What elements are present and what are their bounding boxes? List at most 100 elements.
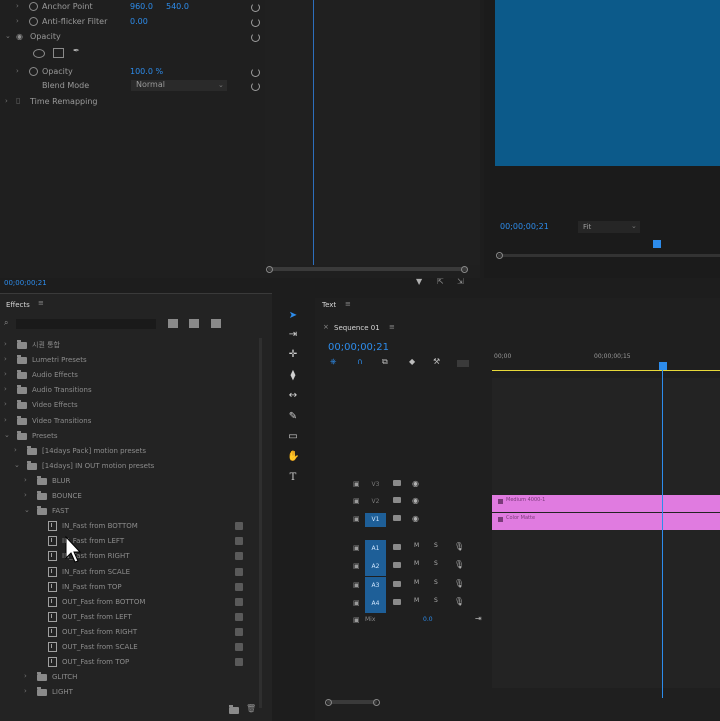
effects-folder-blur[interactable]: › BLUR [0, 474, 258, 488]
rectangle-tool-icon[interactable]: ▭ [287, 431, 299, 443]
sync-lock-icon[interactable] [393, 562, 401, 568]
timeline-scrollbar[interactable] [327, 700, 377, 704]
effects-preset-in-fast-from-left[interactable]: IN_Fast from LEFT [0, 534, 258, 548]
effects-folder-light[interactable]: › LIGHT [0, 685, 258, 699]
effects-folder-glitch[interactable]: › GLITCH [0, 670, 258, 684]
mix-value[interactable]: 0.0 [423, 616, 433, 623]
track-target-v3[interactable]: V3 [365, 478, 386, 492]
track-target-a4[interactable]: A4 [365, 595, 386, 613]
linked-selection-icon[interactable]: ⧉ [382, 357, 388, 367]
playhead-head[interactable] [659, 362, 667, 370]
effects-folder-presets[interactable]: ⌄ Presets [0, 429, 258, 443]
mute-button[interactable]: M [414, 542, 419, 549]
lock-icon[interactable]: ▣ [353, 562, 360, 570]
scroll-handle-left[interactable] [496, 252, 503, 259]
effects-folder-lumetri-presets[interactable]: › Lumetri Presets [0, 353, 258, 367]
track-target-a2[interactable]: A2 [365, 558, 386, 576]
chevron-down-icon[interactable]: ⌄ [24, 506, 30, 514]
delete-icon[interactable]: 🗑 [246, 704, 256, 713]
playhead-marker-icon[interactable] [653, 240, 661, 248]
eye-icon[interactable]: ◉ [412, 514, 419, 523]
chevron-right-icon[interactable]: › [4, 355, 7, 363]
microphone-icon[interactable]: 🎙 [454, 560, 464, 569]
lock-icon[interactable]: ▣ [353, 616, 360, 624]
effects-preset-out-fast-from-right[interactable]: OUT_Fast from RIGHT [0, 625, 258, 639]
work-area-bar[interactable] [492, 370, 720, 371]
effects-preset-in-fast-from-bottom[interactable]: IN_Fast from BOTTOM [0, 519, 258, 533]
panel-menu-icon[interactable]: ≡ [345, 300, 351, 308]
yuv-effects-icon[interactable] [211, 319, 221, 328]
chevron-right-icon[interactable]: › [4, 340, 7, 348]
lock-icon[interactable]: ▣ [353, 515, 360, 523]
clip-medium[interactable]: Medium 4000-1 [492, 495, 720, 512]
scroll-handle-right[interactable] [373, 699, 380, 706]
panel-menu-icon[interactable]: ≡ [389, 323, 395, 331]
chevron-right-icon[interactable]: › [4, 370, 7, 378]
effects-preset-in-fast-from-right[interactable]: IN_Fast from RIGHT [0, 549, 258, 563]
chevron-right-icon[interactable]: › [24, 476, 27, 484]
sync-lock-icon[interactable] [393, 497, 401, 503]
chevron-right-icon[interactable]: › [24, 687, 27, 695]
chevron-right-icon[interactable]: › [4, 385, 7, 393]
solo-button[interactable]: S [434, 579, 438, 586]
collapse-chevron-icon[interactable]: ⌄ [5, 32, 11, 40]
timeline-panel-title[interactable]: Text [322, 298, 336, 312]
effects-folder-14days-pack-motion-presets[interactable]: › [14days Pack] motion presets [0, 444, 258, 458]
hand-tool-icon[interactable]: ✋ [287, 451, 299, 463]
stopwatch-icon[interactable] [29, 17, 38, 26]
ellipse-mask-icon[interactable] [33, 49, 45, 58]
effects-folder-fast[interactable]: ⌄ FAST [0, 504, 258, 518]
program-timecode[interactable]: 00;00;00;21 [500, 220, 549, 234]
go-to-end-icon[interactable]: ⇥ [475, 614, 482, 623]
effects-preset-in-fast-from-scale[interactable]: IN_Fast from SCALE [0, 565, 258, 579]
rectangle-mask-icon[interactable] [53, 48, 64, 58]
sequence-tab[interactable]: Sequence 01 [334, 321, 380, 335]
reset-icon[interactable] [251, 68, 260, 77]
effects-folder-audio-transitions[interactable]: › Audio Transitions [0, 383, 258, 397]
lock-icon[interactable]: ▣ [353, 497, 360, 505]
stopwatch-icon[interactable] [29, 67, 38, 76]
chevron-right-icon[interactable]: › [14, 446, 17, 454]
effects-folder-14days-in-out-motion-presets[interactable]: ⌄ [14days] IN OUT motion presets [0, 459, 258, 473]
eye-icon[interactable]: ◉ [412, 496, 419, 505]
expand-chevron-icon[interactable]: › [16, 17, 19, 25]
solo-button[interactable]: S [434, 542, 438, 549]
effects-preset-out-fast-from-scale[interactable]: OUT_Fast from SCALE [0, 640, 258, 654]
effects-folder-video-transitions[interactable]: › Video Transitions [0, 414, 258, 428]
ripple-edit-tool-icon[interactable]: ✛ [287, 349, 299, 361]
filter-icon[interactable]: ▼ [416, 277, 422, 286]
selection-tool-icon[interactable]: ➤ [287, 310, 299, 322]
chevron-down-icon[interactable]: ⌄ [14, 461, 20, 469]
track-target-a1[interactable]: A1 [365, 540, 386, 558]
track-select-tool-icon[interactable]: ⇥ [287, 329, 299, 341]
captions-icon[interactable] [457, 360, 469, 367]
add-marker-icon[interactable]: ◆ [409, 357, 415, 366]
chevron-right-icon[interactable]: › [4, 416, 7, 424]
stopwatch-icon[interactable] [29, 2, 38, 11]
32bit-effects-icon[interactable] [189, 319, 199, 328]
settings-icon[interactable]: ⇲ [457, 277, 464, 286]
expand-chevron-icon[interactable]: › [16, 67, 19, 75]
pen-mask-icon[interactable]: ✒ [73, 46, 80, 55]
scroll-handle-left[interactable] [266, 266, 273, 273]
microphone-icon[interactable]: 🎙 [454, 579, 464, 588]
chevron-right-icon[interactable]: › [24, 491, 27, 499]
expand-chevron-icon[interactable]: › [5, 97, 8, 105]
nest-toggle-icon[interactable]: ⎈ [330, 357, 336, 367]
reset-icon[interactable] [251, 82, 260, 91]
scroll-handle-right[interactable] [461, 266, 468, 273]
effects-preset-out-fast-from-bottom[interactable]: OUT_Fast from BOTTOM [0, 595, 258, 609]
type-tool-icon[interactable]: T [287, 472, 299, 484]
microphone-icon[interactable]: 🎙 [454, 542, 464, 551]
opacity-value[interactable]: 100.0 % [130, 65, 163, 79]
eye-icon[interactable]: ◉ [412, 479, 419, 488]
effects-tab-title[interactable]: Effects [6, 298, 30, 312]
snap-icon[interactable]: ∩ [357, 357, 363, 366]
clip-color-matte[interactable]: Color Matte [492, 513, 720, 530]
effects-vertical-scrollbar[interactable] [259, 338, 262, 708]
chevron-right-icon[interactable]: › [4, 400, 7, 408]
sync-lock-icon[interactable] [393, 544, 401, 550]
track-target-a3[interactable]: A3 [365, 577, 386, 595]
new-bin-icon[interactable] [229, 705, 239, 714]
lock-icon[interactable]: ▣ [353, 480, 360, 488]
